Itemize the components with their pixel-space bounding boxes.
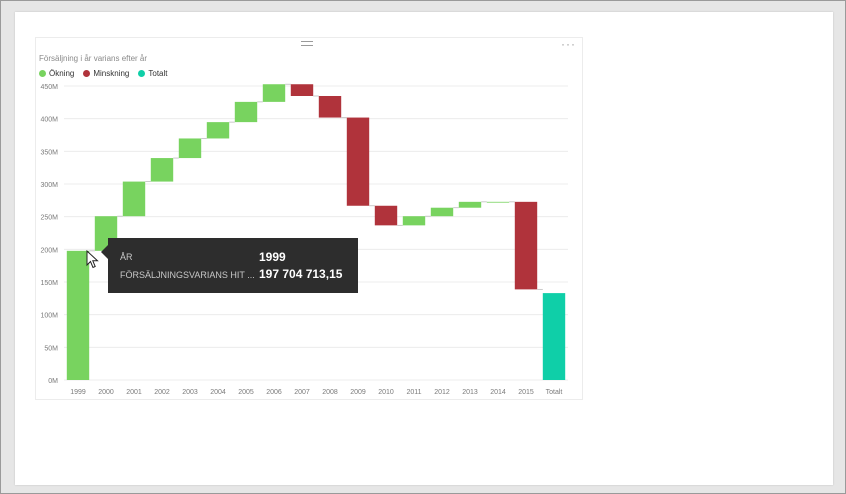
x-tick-label: 2003 [182, 389, 198, 396]
x-tick-label: 2010 [378, 389, 394, 396]
y-tick-label: 300M [40, 182, 58, 189]
y-tick-label: 400M [40, 117, 58, 124]
bar-2014 [486, 201, 510, 203]
x-tick-label: 2006 [266, 389, 282, 396]
x-tick-label: 2008 [322, 389, 338, 396]
x-tick-label: 2011 [406, 389, 421, 396]
bar-Totalt [542, 293, 566, 380]
bar-2003 [178, 138, 202, 159]
x-tick-label: 2014 [490, 389, 506, 396]
x-tick-label: 2007 [294, 389, 310, 396]
bar-2008 [318, 95, 342, 118]
y-tick-label: 150M [40, 280, 58, 287]
tooltip-value-variance: 197 704 713,15 [259, 267, 343, 281]
window-frame: ··· Försäljning i år varians efter år Ök… [0, 0, 846, 494]
y-tick-label: 200M [40, 247, 58, 254]
x-tick-label: 2005 [238, 389, 254, 396]
tooltip-label-year: ÅR [120, 252, 133, 262]
x-tick-label: 1999 [70, 389, 86, 396]
y-tick-label: 50M [44, 345, 58, 352]
bar-1999 [66, 250, 90, 380]
y-tick-label: 250M [40, 215, 58, 222]
y-tick-label: 450M [40, 84, 58, 91]
x-tick-label: 2004 [210, 389, 226, 396]
bar-2010 [374, 205, 398, 226]
bar-2015 [514, 201, 538, 290]
x-tick-label: 2015 [518, 389, 534, 396]
x-tick-label: Totalt [546, 389, 563, 396]
waterfall-visual[interactable]: ··· Försäljning i år varians efter år Ök… [35, 37, 583, 400]
bar-2005 [234, 101, 258, 123]
y-tick-label: 350M [40, 149, 58, 156]
x-tick-label: 2000 [98, 389, 114, 396]
bar-2009 [346, 117, 370, 206]
y-tick-label: 100M [40, 313, 58, 320]
tooltip: ÅR 1999 FÖRSÄLJNINGSVARIANS HIT ... 197 … [101, 238, 358, 293]
x-tick-label: 2013 [462, 389, 478, 396]
x-tick-label: 2009 [350, 389, 366, 396]
bar-2004 [206, 122, 230, 139]
bar-2001 [122, 181, 146, 217]
tooltip-arrow [101, 245, 108, 259]
bar-2013 [458, 201, 482, 208]
report-canvas: ··· Försäljning i år varians efter år Ök… [15, 12, 833, 485]
tooltip-value-year: 1999 [259, 250, 286, 264]
bar-2012 [430, 207, 454, 217]
tooltip-label-variance: FÖRSÄLJNINGSVARIANS HIT ... [120, 270, 255, 280]
mouse-cursor-icon [86, 250, 99, 269]
x-tick-label: 2002 [154, 389, 170, 396]
bar-2006 [262, 84, 286, 102]
x-tick-label: 2001 [126, 389, 142, 396]
bar-2007 [290, 84, 314, 96]
x-tick-label: 2012 [434, 389, 450, 396]
y-tick-label: 0M [48, 378, 58, 385]
waterfall-chart: 0M 50M 100M 150M 200M 250M 300M 350M 400M 450M 199… [40, 83, 568, 396]
bar-2011 [402, 216, 426, 226]
bar-2002 [150, 158, 174, 182]
